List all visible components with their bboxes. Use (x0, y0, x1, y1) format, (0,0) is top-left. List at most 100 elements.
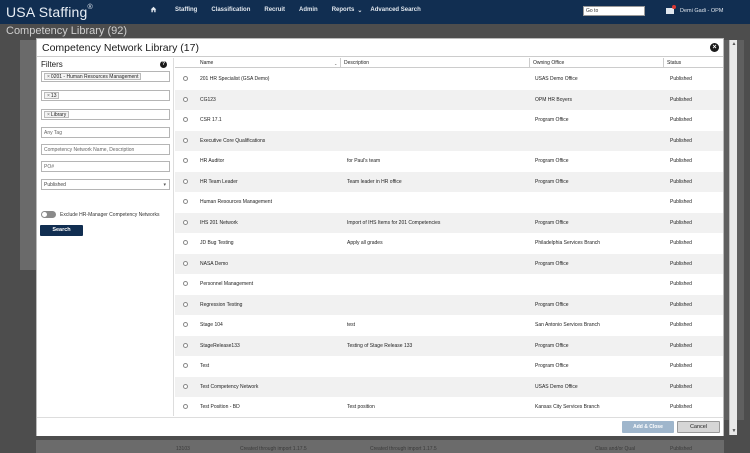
cell-status: Published (670, 404, 692, 410)
cell-name: StageRelease133 (200, 342, 240, 349)
table-row[interactable]: Test Position - BD Test position Kansas Ci… (175, 397, 723, 416)
grade-chip[interactable]: ×13 (44, 92, 60, 99)
select-radio[interactable] (183, 117, 188, 122)
nav-classification[interactable]: Classification (211, 7, 250, 14)
cell-status: Published (670, 260, 692, 267)
table-row[interactable]: Stage 104 test San Antonio Services Branch… (175, 315, 723, 336)
nav-staffing[interactable]: Staffing (175, 7, 197, 14)
remove-icon[interactable]: × (47, 93, 50, 99)
select-radio[interactable] (183, 281, 188, 286)
select-radio[interactable] (183, 383, 188, 389)
scroll-up-icon[interactable]: ▲ (730, 40, 738, 48)
cell-name: IHS 201 Network (200, 219, 238, 226)
cell-name: CSR 17.1 (200, 117, 222, 123)
add-and-close-button[interactable]: Add & Close (622, 421, 674, 433)
background-row-id: 13103 (176, 446, 190, 452)
cell-status: Published (670, 137, 692, 144)
name-description-input[interactable]: Competency Network Name, Description (41, 144, 170, 155)
select-radio[interactable] (183, 178, 188, 184)
select-radio[interactable] (183, 363, 188, 368)
cell-name: Human Resources Management (200, 199, 272, 205)
header-name[interactable]: Name (200, 60, 213, 66)
cell-owning-office: Program Office (535, 260, 569, 267)
user-menu[interactable]: Demi Gadi - OPM (680, 8, 723, 14)
table-row[interactable]: CG123 OPM HR Boyers Published (175, 89, 723, 110)
select-radio[interactable] (183, 76, 188, 81)
office-input[interactable]: PO# (41, 161, 170, 172)
occupation-filter[interactable]: ×0201 - Human Resources Management (41, 71, 170, 82)
cell-description: test (347, 322, 356, 328)
cancel-button[interactable]: Cancel (677, 421, 720, 433)
cell-name: CG123 (200, 96, 216, 103)
table-row[interactable]: StageRelease133 Testing of Stage Release … (175, 335, 723, 356)
app-logo[interactable]: USA Staffing® (6, 4, 93, 20)
status-select[interactable]: Published ▾ (41, 179, 170, 190)
nav-advanced-search[interactable]: Advanced Search (370, 7, 420, 14)
type-chip[interactable]: ×Library (44, 111, 70, 118)
page-scrollbar[interactable]: ▲ ▼ (729, 40, 737, 435)
exclude-toggle[interactable] (41, 211, 56, 218)
table-row[interactable]: IHS 201 Network Import of IHS Items for 2… (175, 212, 723, 233)
cell-status: Published (670, 219, 692, 226)
type-filter[interactable]: ×Library (41, 109, 170, 120)
table-row[interactable]: HR Team Leader Team leader in HR office Pr… (175, 171, 723, 192)
modal-header: Competency Network Library (17) × (37, 39, 723, 57)
select-radio[interactable] (183, 137, 188, 143)
cell-name: HR Auditor (200, 158, 225, 164)
cell-owning-office: Program Office (535, 219, 569, 226)
nav-recruit[interactable]: Recruit (264, 7, 285, 14)
cell-status: Published (670, 301, 692, 308)
table-row[interactable]: 201 HR Specialist (GSA Demo) USAS Demo Of… (175, 69, 723, 90)
select-radio[interactable] (183, 199, 188, 204)
modal-footer: Add & Close Cancel (37, 417, 723, 436)
table-row[interactable]: Executive Core Qualifications Published (175, 130, 723, 151)
exclude-label: Exclude HR-Manager Competency Networks (60, 212, 160, 218)
search-button[interactable]: Search (40, 225, 83, 236)
remove-icon[interactable]: × (47, 112, 50, 118)
cell-name: Test Competency Network (200, 383, 259, 390)
select-radio[interactable] (183, 404, 188, 409)
table-row[interactable]: Personnel Management Published (175, 274, 723, 295)
table-row[interactable]: JD Bug Testing Apply all grades Philadelph… (175, 233, 723, 254)
chevron-down-icon: ▾ (163, 182, 166, 188)
cell-owning-office: Philadelphia Services Branch (535, 240, 601, 246)
chevron-down-icon: ⌄ (357, 8, 363, 14)
select-radio[interactable] (183, 96, 188, 102)
go-to-input[interactable]: Go to (583, 6, 645, 16)
notification-badge (672, 5, 676, 9)
cell-description: for Paul's team (347, 158, 381, 164)
sort-icon[interactable]: ⌄ (334, 61, 337, 66)
close-icon[interactable]: × (710, 43, 719, 52)
occupation-chip[interactable]: ×0201 - Human Resources Management (44, 73, 142, 80)
remove-icon[interactable]: × (47, 74, 50, 80)
nav-reports[interactable]: Reports (332, 7, 355, 14)
header-status[interactable]: Status (667, 60, 681, 66)
help-icon[interactable]: ? (160, 61, 167, 68)
select-radio[interactable] (183, 342, 188, 348)
table-row[interactable]: Test Competency Network USAS Demo Office P… (175, 376, 723, 397)
table-row[interactable]: Regression Testing Program Office Publishe… (175, 294, 723, 315)
select-radio[interactable] (183, 158, 188, 163)
header-description[interactable]: Description (344, 60, 369, 66)
header-owning-office[interactable]: Owning Office (533, 60, 564, 66)
table-row[interactable]: CSR 17.1 Program Office Published (175, 110, 723, 131)
select-radio[interactable] (183, 301, 188, 307)
select-radio[interactable] (183, 219, 188, 225)
cell-description: Testing of Stage Release 133 (347, 342, 413, 349)
table-row[interactable]: Human Resources Management Published (175, 192, 723, 213)
tag-input[interactable]: Any Tag (41, 127, 170, 138)
nav-admin[interactable]: Admin (299, 7, 318, 14)
select-radio[interactable] (183, 322, 188, 327)
scroll-down-icon[interactable]: ▼ (730, 427, 738, 435)
select-radio[interactable] (183, 260, 188, 266)
select-radio[interactable] (183, 240, 188, 245)
cell-status: Published (670, 158, 692, 164)
competency-network-library-modal: Competency Network Library (17) × Filter… (36, 38, 724, 436)
background-row-description: Created through import 1.17.5 (370, 446, 437, 452)
table-row[interactable]: HR Auditor for Paul's team Program Office P… (175, 151, 723, 172)
cell-name: Personnel Management (200, 281, 254, 287)
cell-description: Team leader in HR office (347, 178, 402, 185)
table-row[interactable]: Test Program Office Published (175, 356, 723, 377)
grade-filter[interactable]: ×13 (41, 90, 170, 101)
table-row[interactable]: NASA Demo Program Office Published (175, 253, 723, 274)
